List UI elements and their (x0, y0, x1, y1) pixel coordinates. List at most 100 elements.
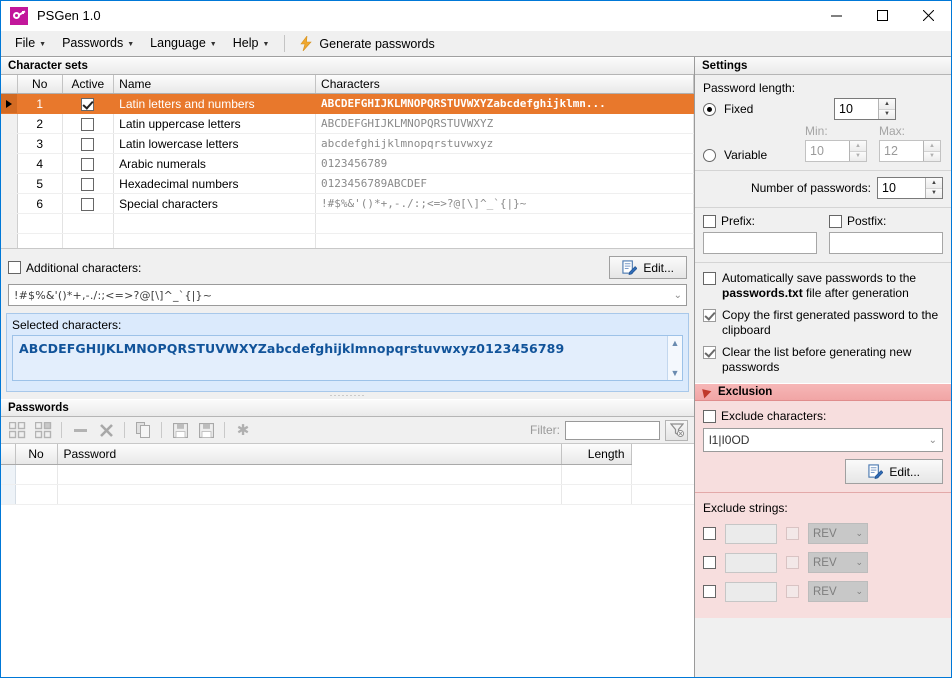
variable-radio[interactable] (703, 148, 716, 162)
save-icon[interactable] (168, 419, 192, 441)
exclude-string-rev-select[interactable]: REV ⌄ (808, 523, 868, 544)
table-row[interactable]: 3 Latin lowercase letters abcdefghijklmn… (1, 133, 694, 154)
variable-radio-group[interactable]: Variable (703, 148, 793, 162)
spinner-buttons[interactable]: ▲ ▼ (849, 141, 866, 161)
min-length-spinner[interactable]: 10 ▲ ▼ (805, 140, 867, 162)
deselect-all-icon[interactable] (31, 419, 55, 441)
exclude-string-checkbox[interactable] (703, 556, 716, 569)
generate-passwords-button[interactable]: Generate passwords (292, 33, 442, 54)
exclude-string-input[interactable] (725, 523, 777, 544)
postfix-input[interactable] (829, 232, 943, 254)
menu-help[interactable]: Help ▼ (225, 33, 278, 54)
column-header-active[interactable]: Active (62, 75, 115, 94)
cell-active[interactable] (62, 153, 115, 174)
selected-characters-box[interactable]: ABCDEFGHIJKLMNOPQRSTUVWXYZabcdefghijklmn… (12, 335, 683, 381)
autosave-checkbox[interactable] (703, 272, 716, 285)
active-checkbox[interactable] (81, 157, 95, 171)
additional-characters-combo[interactable]: !#$%&'()*+,-./:;<=>?@[\]^_`{|}~ ⌄ (8, 284, 687, 306)
column-header-length[interactable]: Length (561, 444, 632, 465)
fixed-radio[interactable] (703, 102, 716, 116)
copy-first-checkbox[interactable] (703, 309, 716, 322)
cell-active[interactable] (62, 193, 115, 214)
postfix-checkbox-row[interactable]: Postfix: (829, 214, 943, 228)
splitter-grip[interactable]: ········· (1, 391, 694, 400)
prefix-input[interactable] (703, 232, 817, 254)
exclude-string-checkbox[interactable] (703, 585, 716, 598)
spinner-buttons[interactable]: ▲ ▼ (923, 141, 940, 161)
exclude-string-rev-select[interactable]: REV ⌄ (808, 552, 868, 573)
exclude-string-rev-checkbox[interactable] (786, 556, 799, 569)
delete-icon[interactable] (94, 419, 118, 441)
postfix-checkbox[interactable] (829, 214, 842, 228)
spinner-buttons[interactable]: ▲ ▼ (878, 99, 895, 119)
filter-input[interactable] (565, 420, 660, 440)
exclude-characters-edit-button[interactable]: Edit... (845, 459, 943, 484)
exclude-characters-checkbox[interactable] (703, 409, 716, 423)
table-row[interactable]: 1 Latin letters and numbers ABCDEFGHIJKL… (1, 93, 694, 114)
copy-first-option-row[interactable]: Copy the first generated password to the… (703, 308, 943, 338)
exclude-string-rev-checkbox[interactable] (786, 527, 799, 540)
fixed-radio-group[interactable]: Fixed (703, 102, 753, 116)
spinner-up-icon[interactable]: ▲ (850, 141, 866, 152)
spinner-up-icon[interactable]: ▲ (879, 99, 895, 110)
select-all-icon[interactable] (5, 419, 29, 441)
save-as-icon[interactable] (194, 419, 218, 441)
copy-icon[interactable] (131, 419, 155, 441)
exclude-string-checkbox[interactable] (703, 527, 716, 540)
additional-characters-edit-button[interactable]: Edit... (609, 256, 687, 279)
table-row[interactable]: 6 Special characters !#$%&'()*+,-./:;<=>… (1, 193, 694, 214)
clear-filter-button[interactable] (665, 419, 688, 441)
selected-characters-scrollbar[interactable]: ▲ ▼ (667, 336, 682, 380)
close-button[interactable] (905, 1, 951, 31)
exclude-characters-checkbox-row[interactable]: Exclude characters: (703, 409, 943, 423)
table-row[interactable]: 5 Hexadecimal numbers 0123456789ABCDEF (1, 173, 694, 194)
scroll-up-icon[interactable]: ▲ (671, 338, 680, 348)
spinner-down-icon[interactable]: ▼ (850, 151, 866, 161)
max-length-spinner[interactable]: 12 ▲ ▼ (879, 140, 941, 162)
scroll-down-icon[interactable]: ▼ (671, 368, 680, 378)
column-header-characters[interactable]: Characters (315, 75, 694, 94)
exclude-string-rev-checkbox[interactable] (786, 585, 799, 598)
menu-passwords[interactable]: Passwords ▼ (54, 33, 142, 54)
spinner-up-icon[interactable]: ▲ (924, 141, 940, 152)
remove-icon[interactable] (68, 419, 92, 441)
cell-active[interactable] (62, 173, 115, 194)
exclude-string-input[interactable] (725, 581, 777, 602)
spinner-buttons[interactable]: ▲ ▼ (925, 178, 942, 198)
column-header-no[interactable]: No (15, 444, 58, 465)
active-checkbox[interactable] (81, 97, 95, 111)
exclude-characters-combo[interactable]: l1|I0OD ⌄ (703, 428, 943, 452)
prefix-checkbox-row[interactable]: Prefix: (703, 214, 817, 228)
menu-language[interactable]: Language ▼ (142, 33, 225, 54)
column-header-name[interactable]: Name (113, 75, 317, 94)
cell-active[interactable] (62, 133, 115, 154)
clear-list-checkbox[interactable] (703, 346, 716, 359)
active-checkbox[interactable] (81, 117, 95, 131)
minimize-button[interactable] (813, 1, 859, 31)
active-checkbox[interactable] (81, 177, 95, 191)
menu-file[interactable]: File ▼ (7, 33, 54, 54)
spinner-down-icon[interactable]: ▼ (926, 188, 942, 198)
cell-active[interactable] (62, 93, 115, 114)
spinner-down-icon[interactable]: ▼ (879, 109, 895, 119)
additional-characters-checkbox-row[interactable]: Additional characters: (8, 261, 141, 275)
exclude-string-input[interactable] (725, 552, 777, 573)
exclude-string-rev-select[interactable]: REV ⌄ (808, 581, 868, 602)
fixed-length-spinner[interactable]: 10 ▲ ▼ (834, 98, 896, 120)
clear-list-option-row[interactable]: Clear the list before generating new pas… (703, 345, 943, 375)
column-header-no[interactable]: No (17, 75, 63, 94)
spinner-up-icon[interactable]: ▲ (926, 178, 942, 189)
maximize-button[interactable] (859, 1, 905, 31)
asterisk-icon[interactable]: ✱ (231, 419, 255, 441)
spinner-down-icon[interactable]: ▼ (924, 151, 940, 161)
table-row[interactable]: 4 Arabic numerals 0123456789 (1, 153, 694, 174)
prefix-checkbox[interactable] (703, 214, 716, 228)
number-of-passwords-spinner[interactable]: 10 ▲ ▼ (877, 177, 943, 199)
active-checkbox[interactable] (81, 197, 95, 211)
table-row[interactable]: 2 Latin uppercase letters ABCDEFGHIJKLMN… (1, 113, 694, 134)
autosave-option-row[interactable]: Automatically save passwords to the pass… (703, 271, 943, 301)
exclusion-header[interactable]: Exclusion (695, 383, 951, 401)
column-header-password[interactable]: Password (57, 444, 562, 465)
additional-characters-checkbox[interactable] (8, 261, 21, 274)
active-checkbox[interactable] (81, 137, 95, 151)
